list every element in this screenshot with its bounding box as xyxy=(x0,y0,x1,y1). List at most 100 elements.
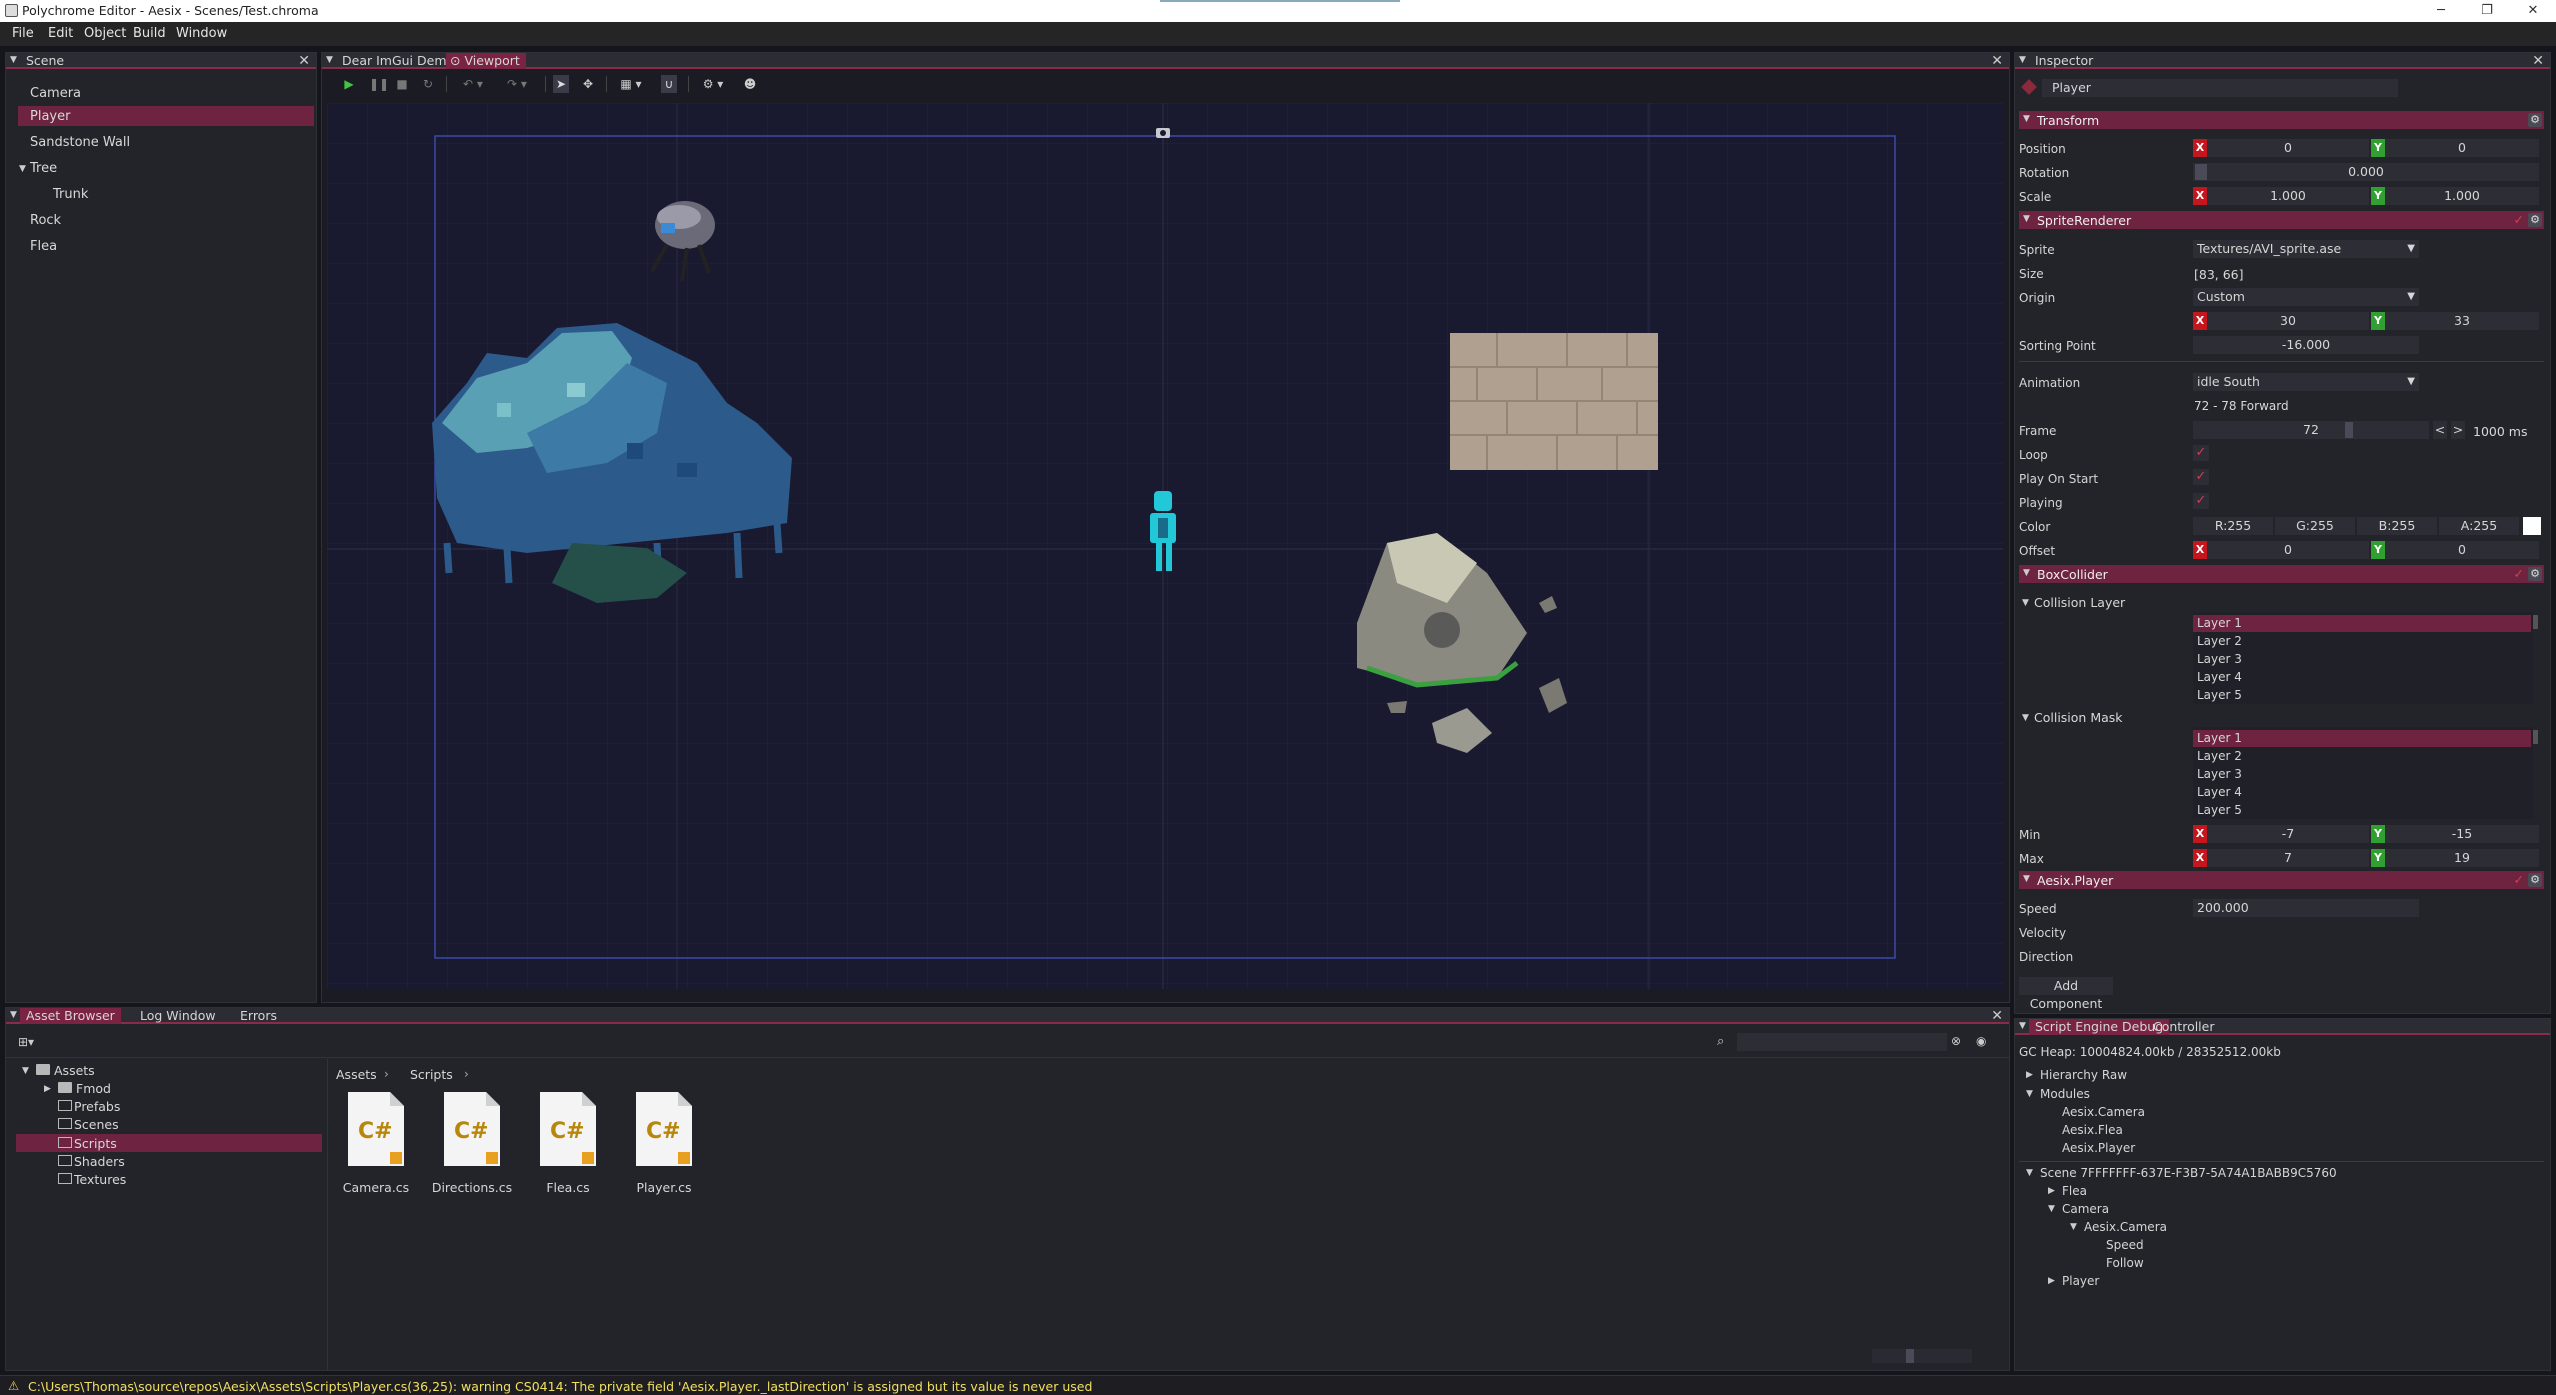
color-swatch[interactable] xyxy=(2523,517,2541,535)
person-icon[interactable]: ☻ xyxy=(742,75,758,93)
scene-item-tree[interactable]: Tree xyxy=(30,161,57,176)
collapse-icon[interactable]: ▼ xyxy=(2026,1089,2033,1099)
close-icon[interactable]: ✕ xyxy=(1991,1008,2003,1024)
scene-item-trunk[interactable]: Trunk xyxy=(53,187,88,202)
file-directions-cs[interactable]: C# xyxy=(442,1090,502,1168)
enabled-check-icon[interactable]: ✓ xyxy=(2514,212,2524,227)
layer-item[interactable]: Layer 3 xyxy=(2193,651,2553,668)
collapse-icon[interactable]: ▼ xyxy=(10,1010,17,1020)
gear-icon[interactable]: ⚙ xyxy=(2528,873,2542,887)
tree-item-prefabs[interactable]: Prefabs xyxy=(74,1099,120,1114)
redo-button[interactable]: ↷ ▾ xyxy=(502,75,532,93)
grid-dropdown-button[interactable]: ▦ ▾ xyxy=(614,75,648,93)
module-item[interactable]: Aesix.Flea xyxy=(2062,1123,2123,1137)
module-item[interactable]: Aesix.Player xyxy=(2062,1141,2135,1155)
layer-item[interactable]: Layer 2 xyxy=(2193,633,2553,650)
collapse-icon[interactable]: ▼ xyxy=(326,55,333,65)
offset-y-input[interactable]: 0 xyxy=(2385,541,2539,559)
tab-dear-imgui-demo[interactable]: Dear ImGui Demo xyxy=(336,53,460,69)
restart-button[interactable]: ↻ xyxy=(421,75,435,93)
tab-inspector[interactable]: Inspector xyxy=(2035,53,2093,69)
collapse-icon[interactable]: ▼ xyxy=(2022,598,2029,608)
tree-item-assets[interactable]: Assets xyxy=(54,1063,95,1078)
aesix-player-header[interactable]: ▼ Aesix.Player ✓ ⚙ xyxy=(2019,871,2544,889)
color-b-input[interactable]: B:255 xyxy=(2357,517,2437,535)
sandstone-wall-sprite[interactable] xyxy=(1450,333,1658,470)
add-asset-button[interactable]: ⊞▾ xyxy=(18,1035,34,1049)
enabled-check-icon[interactable]: ✓ xyxy=(2514,566,2524,581)
loop-checkbox[interactable]: ✓ xyxy=(2193,445,2209,461)
mask-item[interactable]: Layer 3 xyxy=(2193,766,2553,783)
origin-x-input[interactable]: 30 xyxy=(2207,312,2369,330)
maximize-button[interactable]: ❐ xyxy=(2464,0,2510,22)
origin-dropdown[interactable]: Custom ▼ xyxy=(2193,288,2419,306)
stop-button[interactable]: ■ xyxy=(395,75,409,93)
viewport-canvas[interactable] xyxy=(327,103,2003,989)
mask-item[interactable]: Layer 5 xyxy=(2193,802,2553,819)
tab-scene[interactable]: Scene xyxy=(26,53,64,69)
frame-prev-button[interactable]: < xyxy=(2433,421,2447,439)
menu-edit[interactable]: Edit xyxy=(48,26,73,41)
menu-file[interactable]: File xyxy=(12,26,34,41)
scene-item-player[interactable]: Player xyxy=(30,109,70,124)
tab-controller[interactable]: Controller xyxy=(2147,1019,2221,1035)
hierarchy-raw-node[interactable]: Hierarchy Raw xyxy=(2040,1068,2127,1082)
layer-item[interactable]: Layer 5 xyxy=(2193,687,2553,704)
speed-input[interactable]: 200.000 xyxy=(2193,899,2419,917)
tree-item-textures[interactable]: Textures xyxy=(74,1172,126,1187)
scene-node[interactable]: Scene 7FFFFFFF-637E-F3B7-5A74A1BABB9C576… xyxy=(2040,1166,2337,1180)
sprite-dropdown[interactable]: Textures/AVI_sprite.ase ▼ xyxy=(2193,240,2419,258)
file-camera-cs[interactable]: C# xyxy=(346,1090,406,1168)
expand-icon[interactable]: ▶ xyxy=(44,1084,51,1094)
tab-errors[interactable]: Errors xyxy=(234,1008,283,1024)
sprite-renderer-header[interactable]: ▼ SpriteRenderer ✓ ⚙ xyxy=(2019,211,2544,229)
play-on-start-checkbox[interactable]: ✓ xyxy=(2193,469,2209,485)
tree-expand-icon[interactable]: ▼ xyxy=(19,164,26,174)
tab-viewport[interactable]: ⊙ Viewport xyxy=(446,53,526,69)
module-item[interactable]: Aesix.Camera xyxy=(2062,1105,2145,1119)
collapse-icon[interactable]: ▼ xyxy=(2048,1204,2055,1214)
box-collider-header[interactable]: ▼ BoxCollider ✓ ⚙ xyxy=(2019,565,2544,583)
gizmo-dropdown-button[interactable]: ⚙ ▾ xyxy=(696,75,730,93)
scrollbar[interactable] xyxy=(2533,730,2538,744)
collapse-icon[interactable]: ▼ xyxy=(2019,55,2026,65)
frame-slider[interactable]: 72 xyxy=(2193,421,2429,439)
layer-item[interactable]: Layer 4 xyxy=(2193,669,2553,686)
gear-icon[interactable]: ⚙ xyxy=(2528,567,2542,581)
tree-item-fmod[interactable]: Fmod xyxy=(76,1081,111,1096)
sorting-point-input[interactable]: -16.000 xyxy=(2193,336,2419,354)
enabled-check-icon[interactable]: ✓ xyxy=(2514,872,2524,887)
expand-icon[interactable]: ▶ xyxy=(2048,1186,2055,1196)
component-node[interactable]: Aesix.Camera xyxy=(2084,1220,2167,1234)
camera-gizmo-icon[interactable] xyxy=(1156,128,1170,138)
position-x-input[interactable]: 0 xyxy=(2207,139,2369,157)
asset-search-input[interactable] xyxy=(1737,1033,1947,1051)
mask-item[interactable]: Layer 2 xyxy=(2193,748,2553,765)
offset-x-input[interactable]: 0 xyxy=(2207,541,2369,559)
animation-dropdown[interactable]: idle South ▼ xyxy=(2193,373,2419,391)
clear-search-icon[interactable]: ⊗ xyxy=(1951,1034,1961,1048)
play-button[interactable]: ▶ xyxy=(341,75,357,93)
collapse-icon[interactable]: ▼ xyxy=(2070,1222,2077,1232)
breadcrumb-assets[interactable]: Assets xyxy=(336,1067,377,1082)
frame-slider-grab[interactable] xyxy=(2345,422,2353,438)
move-tool-button[interactable]: ✥ xyxy=(580,75,596,93)
scrollbar[interactable] xyxy=(2533,615,2538,629)
collapse-icon[interactable]: ▼ xyxy=(22,1066,29,1076)
entity-node[interactable]: Flea xyxy=(2062,1184,2087,1198)
origin-y-input[interactable]: 33 xyxy=(2385,312,2539,330)
status-message[interactable]: C:\Users\Thomas\source\repos\Aesix\Asset… xyxy=(28,1379,1092,1394)
min-x-input[interactable]: -7 xyxy=(2207,825,2369,843)
mask-item[interactable]: Layer 1 xyxy=(2193,730,2531,747)
color-r-input[interactable]: R:255 xyxy=(2193,517,2273,535)
minimize-button[interactable]: ─ xyxy=(2418,0,2464,22)
tree-item-shaders[interactable]: Shaders xyxy=(74,1154,125,1169)
rotation-slider[interactable]: 0.000 xyxy=(2193,163,2539,181)
menu-object[interactable]: Object xyxy=(84,26,126,41)
gear-icon[interactable]: ⚙ xyxy=(2528,113,2542,127)
entity-node[interactable]: Camera xyxy=(2062,1202,2109,1216)
zoom-slider[interactable] xyxy=(1872,1349,1972,1363)
close-icon[interactable]: ✕ xyxy=(2532,53,2544,69)
max-y-input[interactable]: 19 xyxy=(2385,849,2539,867)
scene-item-rock[interactable]: Rock xyxy=(30,213,61,228)
